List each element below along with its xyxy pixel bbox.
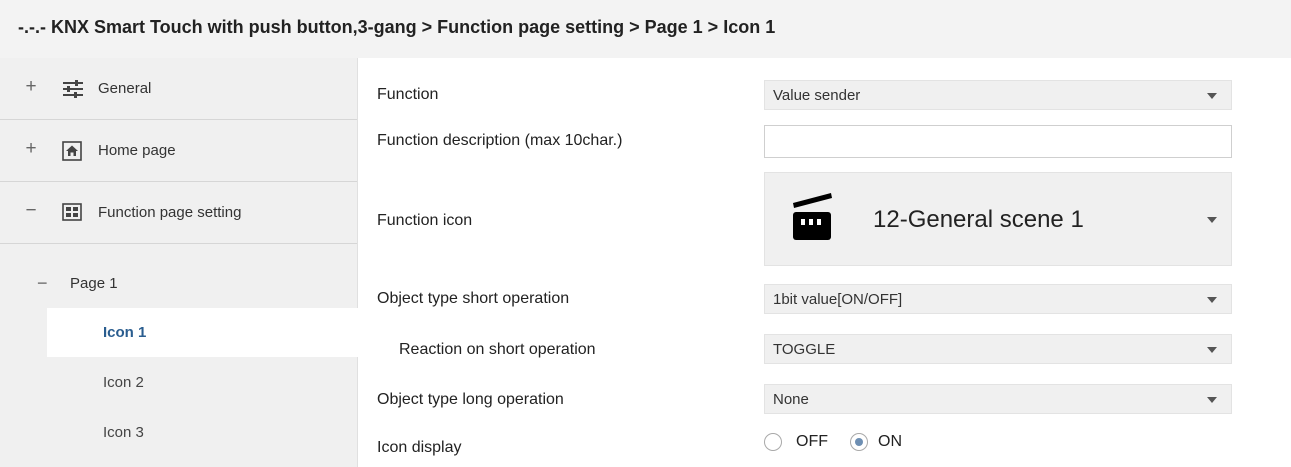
reaction-short-value: TOGGLE xyxy=(773,341,836,358)
function-icon-value: 12-General scene 1 xyxy=(873,206,1084,233)
sidebar-item-label: Icon 2 xyxy=(103,374,144,391)
chevron-down-icon xyxy=(1207,93,1217,99)
collapse-icon[interactable]: − xyxy=(37,273,48,294)
function-description-label: Function description (max 10char.) xyxy=(377,132,623,149)
title-bar: -.-.- KNX Smart Touch with push button,3… xyxy=(0,0,1291,58)
reaction-short-label: Reaction on short operation xyxy=(399,341,596,358)
object-type-short-select[interactable]: 1bit value[ON/OFF] xyxy=(764,284,1232,314)
parameter-panel: Function Value sender Function descripti… xyxy=(359,58,1291,467)
sidebar-item-page-1[interactable]: − Page 1 xyxy=(0,258,357,308)
object-type-short-label: Object type short operation xyxy=(377,290,570,307)
expand-icon[interactable]: + xyxy=(24,76,38,98)
object-type-short-value: 1bit value[ON/OFF] xyxy=(773,291,903,308)
home-icon xyxy=(62,141,82,166)
object-type-long-select[interactable]: None xyxy=(764,384,1232,414)
grid-icon xyxy=(62,203,82,226)
sidebar-item-label: Function page setting xyxy=(98,204,242,221)
collapse-icon[interactable]: − xyxy=(24,200,38,222)
sidebar-item-label: Icon 3 xyxy=(103,424,144,441)
icon-display-label: Icon display xyxy=(377,439,462,456)
function-icon-label: Function icon xyxy=(377,212,473,229)
sidebar-item-function-page-setting[interactable]: − Function page setting xyxy=(0,182,357,244)
function-value: Value sender xyxy=(773,87,861,104)
chevron-down-icon xyxy=(1207,217,1217,223)
sidebar-item-icon-2[interactable]: Icon 2 xyxy=(47,358,358,407)
breadcrumb: -.-.- KNX Smart Touch with push button,3… xyxy=(18,17,776,37)
sliders-icon xyxy=(62,79,84,104)
sidebar-item-label: Page 1 xyxy=(70,275,118,292)
function-icon-select[interactable]: 12-General scene 1 xyxy=(764,172,1232,266)
clapperboard-icon xyxy=(789,191,849,252)
icon-display-on-label[interactable]: ON xyxy=(878,433,902,451)
reaction-short-select[interactable]: TOGGLE xyxy=(764,334,1232,364)
icon-display-on-radio[interactable] xyxy=(850,433,868,451)
function-label: Function xyxy=(377,86,439,103)
function-select[interactable]: Value sender xyxy=(764,80,1232,110)
sidebar-item-home-page[interactable]: + Home page xyxy=(0,120,357,182)
icon-display-off-label[interactable]: OFF xyxy=(796,433,828,451)
sidebar-item-icon-3[interactable]: Icon 3 xyxy=(47,408,358,457)
sidebar-item-label: General xyxy=(98,80,152,97)
sidebar-item-label: Home page xyxy=(98,142,176,159)
chevron-down-icon xyxy=(1207,297,1217,303)
sidebar: + General + Home page − Function page se… xyxy=(0,58,358,467)
sidebar-item-general[interactable]: + General xyxy=(0,58,357,120)
sidebar-item-label: Icon 1 xyxy=(103,324,147,341)
chevron-down-icon xyxy=(1207,397,1217,403)
object-type-long-value: None xyxy=(773,391,809,408)
expand-icon[interactable]: + xyxy=(24,138,38,160)
sidebar-item-icon-1[interactable]: Icon 1 xyxy=(47,308,358,357)
icon-display-off-radio[interactable] xyxy=(764,433,782,451)
object-type-long-label: Object type long operation xyxy=(377,391,564,408)
chevron-down-icon xyxy=(1207,347,1217,353)
function-description-input[interactable] xyxy=(764,125,1232,158)
